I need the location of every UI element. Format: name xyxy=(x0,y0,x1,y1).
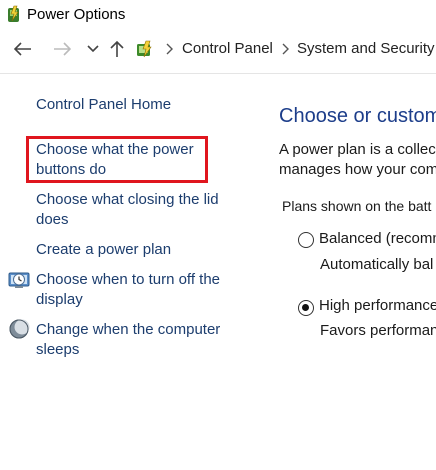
computer-sleeps-link[interactable]: Change when the computer sleeps xyxy=(36,320,236,360)
closing-lid-link[interactable]: Choose what closing the lid does xyxy=(36,190,236,230)
power-buttons-link-line2: buttons do xyxy=(36,161,107,178)
closing-lid-link-line2: does xyxy=(36,211,69,228)
control-panel-icon xyxy=(134,39,158,61)
turn-off-display-link[interactable]: Choose when to turn off the display xyxy=(36,270,236,310)
control-panel-home-link[interactable]: Control Panel Home xyxy=(36,95,236,115)
breadcrumb-separator-icon xyxy=(164,42,174,56)
breadcrumb-control-panel[interactable]: Control Panel xyxy=(182,40,273,57)
title-bar: Power Options xyxy=(0,0,436,30)
power-buttons-link[interactable]: Choose what the power buttons do xyxy=(36,140,236,180)
plan-high-performance-radio[interactable] xyxy=(298,300,314,316)
description-line2: manages how your com xyxy=(279,161,436,178)
breadcrumb-separator-icon xyxy=(280,42,290,56)
display-clock-icon xyxy=(8,268,30,290)
power-options-icon xyxy=(4,5,24,25)
description-line1: A power plan is a collec xyxy=(279,141,436,158)
page-heading: Choose or custom xyxy=(279,105,436,127)
chevron-down-icon[interactable] xyxy=(82,38,104,60)
plan-balanced-radio[interactable] xyxy=(298,232,314,248)
address-bar: Control Panel System and Security xyxy=(0,34,436,66)
power-buttons-link-line1: Choose what the power xyxy=(36,141,194,158)
plan-high-performance-description: Favors performanc xyxy=(320,322,436,339)
closing-lid-link-line1: Choose what closing the lid xyxy=(36,191,219,208)
create-power-plan-link[interactable]: Create a power plan xyxy=(36,240,236,260)
arrow-right-icon[interactable] xyxy=(51,38,73,60)
arrow-up-icon[interactable] xyxy=(106,38,128,60)
window-title: Power Options xyxy=(27,6,126,23)
computer-sleeps-link-line1: Change when the computer xyxy=(36,321,221,338)
computer-sleeps-link-line2: sleeps xyxy=(36,341,80,358)
plan-balanced-description: Automatically bal xyxy=(320,256,434,273)
plans-label: Plans shown on the batt xyxy=(282,198,432,214)
plan-high-performance-name[interactable]: High performance xyxy=(319,297,436,314)
moon-sleep-icon xyxy=(8,318,30,340)
plan-balanced-name[interactable]: Balanced (recomme xyxy=(319,230,436,247)
breadcrumb-system-and-security[interactable]: System and Security xyxy=(297,40,435,57)
arrow-left-icon[interactable] xyxy=(12,38,34,60)
turn-off-display-link-line1: Choose when to turn off the xyxy=(36,271,221,288)
turn-off-display-link-line2: display xyxy=(36,291,83,308)
address-bar-divider xyxy=(0,73,436,74)
